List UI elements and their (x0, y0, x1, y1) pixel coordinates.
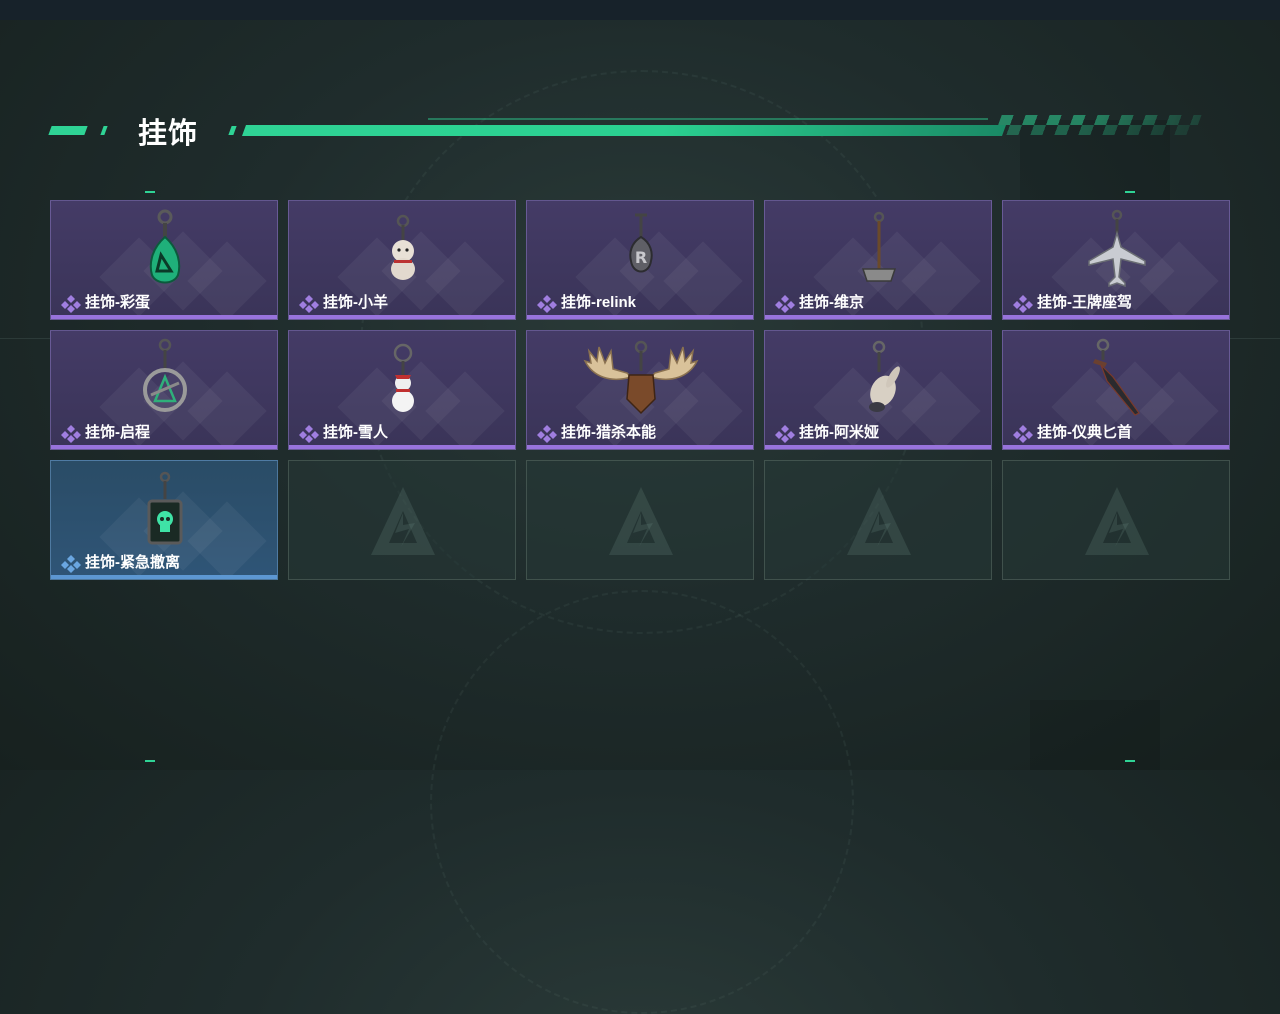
dagger-charm-icon (1093, 338, 1140, 416)
empty-slot[interactable] (288, 460, 516, 580)
header-accent (48, 126, 88, 135)
jet-plane-charm-icon (1088, 209, 1146, 288)
rarity-purple-icon (537, 425, 557, 443)
corner-tick (145, 760, 155, 762)
game-logo-placeholder-icon (609, 487, 673, 555)
charm-card[interactable]: 挂饰-猎杀本能 (526, 330, 754, 450)
moose-antlers-charm-icon (583, 340, 699, 415)
medallion-charm-icon (143, 338, 187, 412)
egg-charm-icon (149, 209, 181, 284)
corner-tick (1125, 191, 1135, 193)
bg-line (0, 338, 50, 339)
charm-name: 挂饰-小羊 (323, 294, 388, 311)
top-strip (0, 0, 1280, 20)
rarity-purple-icon (1013, 295, 1033, 313)
charm-card[interactable]: 挂饰-小羊 (288, 200, 516, 320)
snowman-charm-icon (392, 343, 414, 412)
section-header: 挂饰 (48, 108, 1208, 150)
charm-card[interactable]: 挂饰-维京 (764, 200, 992, 320)
header-line (241, 125, 1007, 136)
header-checker-pattern (994, 115, 1202, 135)
rarity-purple-icon (61, 295, 81, 313)
charm-name: 挂饰-启程 (85, 424, 150, 441)
charm-name: 挂饰-雪人 (323, 424, 388, 441)
header-thin-line (428, 118, 988, 120)
empty-slot[interactable] (764, 460, 992, 580)
skull-box-charm-icon (147, 471, 183, 545)
charm-card[interactable]: 挂饰-紧急撤离 (50, 460, 278, 580)
corner-tick (1125, 760, 1135, 762)
rarity-purple-icon (775, 295, 795, 313)
charm-card[interactable]: 挂饰-阿米娅 (764, 330, 992, 450)
game-logo-placeholder-icon (1085, 487, 1149, 555)
bg-shape (1030, 700, 1160, 770)
lamb-charm-icon (391, 214, 415, 280)
charm-card[interactable]: R 挂饰-relink (526, 200, 754, 320)
rarity-purple-icon (537, 295, 557, 313)
charm-name: 挂饰-仪典匕首 (1037, 424, 1132, 441)
charm-name: 挂饰-紧急撤离 (85, 554, 180, 571)
charm-card[interactable]: 挂饰-彩蛋 (50, 200, 278, 320)
svg-text:R: R (635, 248, 647, 267)
charm-name: 挂饰-阿米娅 (799, 424, 879, 441)
rarity-purple-icon (775, 425, 795, 443)
rarity-purple-icon (1013, 425, 1033, 443)
game-logo-placeholder-icon (371, 487, 435, 555)
corner-tick (145, 191, 155, 193)
charm-name: 挂饰-猎杀本能 (561, 424, 656, 441)
rarity-blue-icon (61, 555, 81, 573)
empty-slot[interactable] (1002, 460, 1230, 580)
charm-name: 挂饰-王牌座驾 (1037, 294, 1132, 311)
charm-name: 挂饰-维京 (799, 294, 864, 311)
bg-deco-ring (430, 590, 854, 1014)
charm-card[interactable]: 挂饰-仪典匕首 (1002, 330, 1230, 450)
header-accent (100, 126, 108, 135)
rarity-purple-icon (299, 295, 319, 313)
header-accent (228, 126, 237, 135)
viking-hammer-charm-icon (861, 211, 897, 282)
charm-grid: 挂饰-彩蛋 挂饰-小羊 R 挂饰-relink 挂饰-维京 挂饰-王牌座驾 挂饰… (50, 200, 1230, 580)
charm-card[interactable]: 挂饰-雪人 (288, 330, 516, 450)
bg-line (1230, 338, 1280, 339)
relink-charm-icon: R (629, 213, 653, 273)
charm-card[interactable]: 挂饰-王牌座驾 (1002, 200, 1230, 320)
bunny-charm-icon (869, 340, 900, 412)
charm-name: 挂饰-relink (561, 294, 637, 311)
charm-card[interactable]: 挂饰-启程 (50, 330, 278, 450)
rarity-purple-icon (299, 425, 319, 443)
game-logo-placeholder-icon (847, 487, 911, 555)
charm-name: 挂饰-彩蛋 (85, 294, 150, 311)
section-title: 挂饰 (138, 118, 199, 150)
empty-slot[interactable] (526, 460, 754, 580)
rarity-purple-icon (61, 425, 81, 443)
